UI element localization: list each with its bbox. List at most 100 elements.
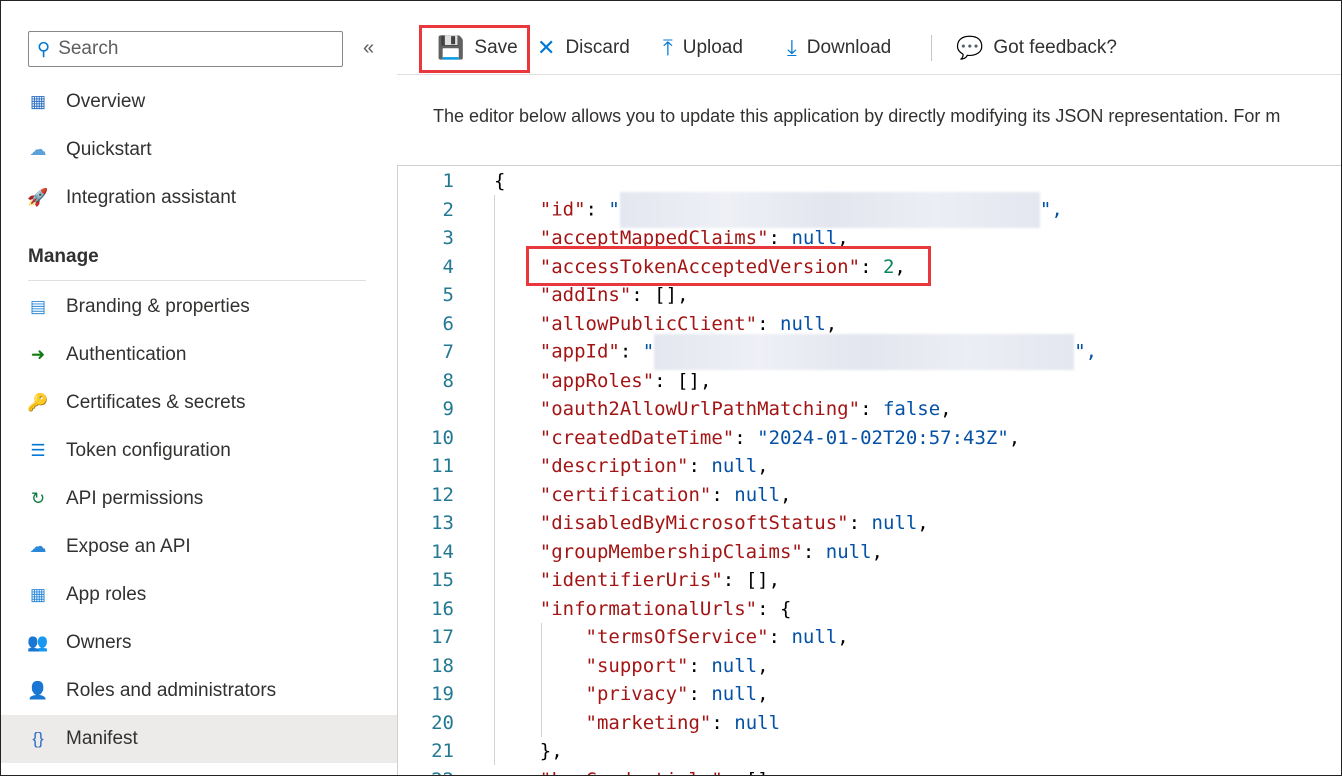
code-line: 5 "addIns": [], (398, 281, 689, 310)
json-key: "identifierUris" (539, 569, 723, 592)
key-icon: 🔑 (27, 393, 49, 412)
json-value: null (871, 512, 918, 535)
sidebar-item-token-configuration[interactable]: ☰ Token configuration (1, 427, 397, 475)
json-key: "privacy" (585, 683, 689, 706)
sidebar-item-certificates-secrets[interactable]: 🔑 Certificates & secrets (1, 379, 397, 427)
sidebar-item-roles-and-administrators[interactable]: 👤 Roles and administrators (1, 667, 397, 715)
discard-button[interactable]: ✕ Discard (537, 31, 630, 65)
code-line: 13 "disabledByMicrosoftStatus": null, (398, 509, 929, 538)
json-value: [] (746, 769, 769, 775)
sidebar-item-integration-assistant[interactable]: 🚀 Integration assistant (1, 174, 397, 222)
json-key: "appRoles" (539, 369, 655, 392)
sidebar-item-label: Owners (66, 632, 132, 653)
search-icon: ⚲ (37, 38, 51, 59)
upload-label: Upload (682, 37, 743, 58)
search-placeholder: Search (58, 38, 119, 59)
json-value: " (608, 198, 620, 221)
code-line: 9 "oauth2AllowUrlPathMatching": false, (398, 395, 952, 424)
code-line: 14 "groupMembershipClaims": null, (398, 538, 883, 567)
line-number: 3 (442, 227, 454, 250)
save-label: Save (474, 37, 518, 58)
sidebar-item-owners[interactable]: 👥 Owners (1, 619, 397, 667)
code-punct: ", (1039, 198, 1063, 221)
discard-label: Discard (565, 37, 630, 58)
code-punct: , (825, 312, 838, 335)
sidebar-item-label: Quickstart (66, 139, 152, 160)
json-value: null (711, 683, 758, 706)
code-line: 15 "identifierUris": [], (398, 566, 780, 595)
line-number: 9 (442, 398, 454, 421)
indent-guide (494, 195, 495, 765)
sidebar-item-manifest[interactable]: {} Manifest (1, 715, 397, 763)
save-button[interactable]: 💾 Save (437, 31, 518, 65)
sidebar-item-api-permissions[interactable]: ↻ API permissions (1, 475, 397, 523)
code-punct: , (917, 512, 929, 535)
line-number: 10 (431, 426, 454, 449)
json-value: null (780, 312, 826, 335)
json-value: null (734, 711, 781, 734)
json-key: "addIns" (539, 284, 632, 307)
save-icon: 💾 (437, 35, 465, 60)
sidebar-item-expose-an-api[interactable]: ☁ Expose an API (1, 523, 397, 571)
code-line: 4 "accessTokenAcceptedVersion": 2, (398, 253, 906, 282)
sidebar-item-label: Certificates & secrets (66, 392, 246, 413)
line-number: 7 (442, 341, 454, 364)
redacted-value (654, 334, 1075, 371)
cloud-bolt-icon: ☁ (29, 140, 47, 159)
json-value: null (825, 540, 872, 563)
line-number: 14 (431, 540, 454, 563)
code-punct: , (837, 626, 849, 649)
collapse-sidebar-button[interactable]: « (363, 37, 374, 60)
json-key: "allowPublicClient" (539, 312, 758, 335)
sidebar-item-quickstart[interactable]: ☁ Quickstart (1, 126, 397, 174)
json-value: [] (745, 569, 769, 592)
sidebar-item-label: App roles (66, 584, 147, 605)
code-line: 12 "certification": null, (398, 481, 791, 510)
section-manage-title: Manage (28, 246, 99, 267)
sidebar-item-label: Token configuration (66, 440, 231, 461)
line-number: 18 (431, 654, 454, 677)
browser-icon: ▤ (29, 297, 47, 316)
sidebar-item-authentication[interactable]: ➜ Authentication (1, 331, 397, 379)
code-line: 17 "termsOfService": null, (398, 623, 849, 652)
line-number: 5 (442, 284, 454, 307)
feedback-button[interactable]: 💬 Got feedback? (956, 31, 1117, 65)
upload-button[interactable]: ⤒ Upload (663, 31, 743, 65)
download-button[interactable]: ⤓ Download (787, 31, 891, 65)
line-number: 12 (431, 483, 454, 506)
json-key: "appId" (539, 340, 620, 363)
line-number: 17 (431, 626, 454, 649)
sidebar-item-label: Branding & properties (66, 296, 250, 317)
json-key: "oauth2AllowUrlPathMatching" (539, 398, 861, 421)
code-punct: , (871, 540, 883, 563)
sidebar-item-overview[interactable]: ▦ Overview (1, 78, 397, 126)
divider (28, 280, 366, 281)
editor-description: The editor below allows you to update th… (433, 106, 1281, 126)
access-token-highlight-box (526, 246, 931, 286)
code-line: 18 "support": null, (398, 652, 768, 681)
sidebar-item-app-roles[interactable]: ▦ App roles (1, 571, 397, 619)
sidebar-item-label: Expose an API (66, 536, 191, 557)
redacted-value (619, 191, 1040, 228)
code-line: 20 "marketing": null (398, 709, 780, 738)
download-label: Download (806, 37, 892, 58)
code-punct: , (699, 369, 712, 392)
upload-icon: ⤒ (663, 35, 673, 60)
code-line: 7 "appId": " ", (398, 334, 1097, 371)
json-value: { (780, 597, 792, 620)
code-punct: , (780, 483, 792, 506)
code-line: 22 "keyCredentials": [], (398, 766, 780, 775)
toolbar-divider (931, 35, 932, 61)
line-number: 16 (431, 597, 454, 620)
sidebar-item-branding-properties[interactable]: ▤ Branding & properties (1, 283, 397, 331)
json-value: "2024-01-02T20:57:43Z" (757, 426, 1009, 449)
cloud-api-icon: ☁ (29, 537, 47, 556)
json-value: null (734, 483, 781, 506)
line-number: 15 (431, 569, 454, 592)
code-punct: , (769, 769, 780, 775)
code-punct: , (757, 455, 769, 478)
roles-icon: 👤 (27, 681, 49, 700)
search-input[interactable]: ⚲ Search (28, 31, 343, 67)
download-icon: ⤓ (787, 35, 797, 60)
json-key: "keyCredentials" (540, 769, 723, 775)
